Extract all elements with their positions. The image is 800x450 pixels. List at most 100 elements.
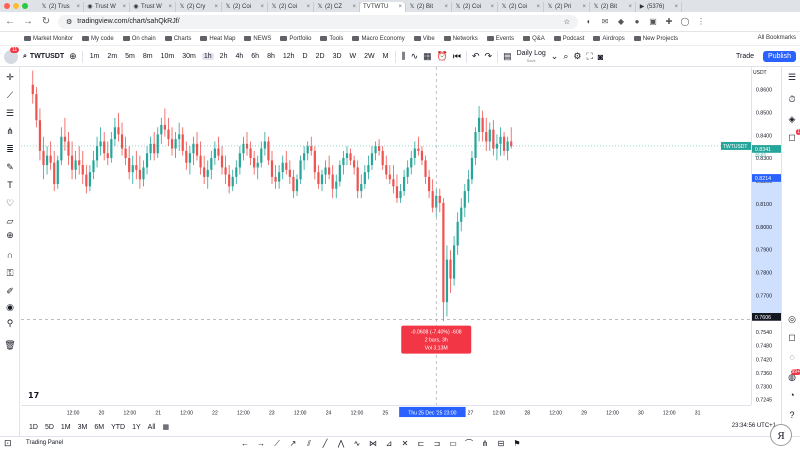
target-icon[interactable]: ◎: [786, 313, 798, 325]
browser-tab[interactable]: 𝕏 (2) CZ ×: [314, 2, 360, 12]
streams-icon[interactable]: ◔: [786, 389, 798, 401]
time-axis[interactable]: 12:00 20 12:00 21 12:00 22 12:00 23 12:00 24 12:00…: [21, 405, 751, 418]
browser-tab[interactable]: 𝕏 (2) Cry ×: [176, 2, 222, 12]
cross-tool-icon[interactable]: ✕: [400, 439, 410, 449]
window-close-icon[interactable]: [4, 3, 10, 9]
extension-icon-4[interactable]: ●: [632, 17, 642, 27]
candles-style-icon[interactable]: ⫼: [401, 51, 405, 62]
all-bookmarks[interactable]: All Bookmarks: [758, 35, 796, 41]
interval-2W[interactable]: 2W: [362, 53, 377, 60]
pitchfork-icon[interactable]: ⋔: [4, 125, 16, 137]
interval-5m[interactable]: 5m: [123, 53, 137, 60]
long-position-icon[interactable]: ⊏: [416, 439, 426, 449]
browser-tab[interactable]: ◉ Trust W ×: [130, 2, 176, 12]
magnet-icon[interactable]: ∩: [4, 249, 16, 261]
replay-icon[interactable]: ⏮: [453, 51, 461, 62]
browser-tab[interactable]: 𝕏 (2) Coi ×: [222, 2, 268, 12]
back-icon[interactable]: ←: [4, 16, 16, 27]
tab-close-icon[interactable]: ×: [444, 4, 448, 10]
wave-tool-icon[interactable]: ∿: [352, 439, 362, 449]
interval-6h[interactable]: 6h: [249, 53, 261, 60]
tab-close-icon[interactable]: ×: [260, 4, 264, 10]
bookmark-folder[interactable]: Market Monitor: [24, 36, 73, 42]
zoom-in-icon[interactable]: ⊕: [4, 229, 16, 241]
bookmark-folder[interactable]: Networks: [443, 36, 478, 42]
window-zoom-icon[interactable]: [22, 3, 28, 9]
arrow-left-tool-icon[interactable]: ←: [240, 439, 250, 449]
tab-close-icon[interactable]: ×: [122, 4, 126, 10]
tab-close-icon[interactable]: ×: [168, 4, 172, 10]
ruler-icon[interactable]: ▱: [4, 215, 16, 227]
settings-gear-icon[interactable]: ⚙: [573, 51, 581, 62]
calendar-icon[interactable]: ▦: [162, 423, 169, 431]
visibility-eye-icon[interactable]: ◉: [4, 301, 16, 313]
watchlist-icon[interactable]: ☰: [786, 71, 798, 83]
price-chart[interactable]: -0.0608 (-7.40%) -608 2 bars, 3h Vol 3.13M…: [21, 67, 751, 405]
browser-tab[interactable]: 𝕏 (2) Coi ×: [268, 2, 314, 12]
browser-tab[interactable]: 𝕏 (2) Bit ×: [590, 2, 636, 12]
ray-tool-icon[interactable]: ↗: [288, 439, 298, 449]
trade-button[interactable]: Trade: [732, 53, 758, 60]
camera-icon[interactable]: ◙: [598, 52, 603, 62]
extended-tool-icon[interactable]: ╱: [320, 439, 330, 449]
interval-2m[interactable]: 2m: [105, 53, 119, 60]
site-info-icon[interactable]: ⚙: [66, 18, 72, 26]
bookmark-star-icon[interactable]: ☆: [564, 18, 570, 26]
ideas-icon[interactable]: ◍ 99+: [786, 369, 800, 383]
url-field[interactable]: ⚙ tradingview.com/chart/sahQkRJf/ ☆: [58, 14, 578, 29]
comment-icon[interactable]: ◻: [786, 331, 798, 343]
publish-button[interactable]: Publish: [763, 51, 796, 62]
pencil-lock-icon[interactable]: ✐: [4, 285, 16, 297]
expand-panel-icon[interactable]: ⊡: [4, 438, 12, 449]
bookmark-folder[interactable]: Events: [486, 36, 514, 42]
range-1m[interactable]: 1M: [61, 424, 71, 431]
interval-2D[interactable]: 2D: [314, 53, 327, 60]
range-3m[interactable]: 3M: [78, 424, 88, 431]
trend-line-icon[interactable]: ⟋: [4, 89, 16, 101]
chevron-down-icon[interactable]: ⌄: [551, 51, 559, 62]
interval-M[interactable]: M: [381, 53, 391, 60]
forward-icon[interactable]: →: [22, 16, 34, 27]
layout-name-button[interactable]: Daily Log Save: [517, 50, 546, 64]
range-1y[interactable]: 1Y: [132, 424, 141, 431]
trend-tool-icon[interactable]: ⟋: [272, 439, 282, 449]
help-icon[interactable]: ?: [786, 409, 798, 421]
forecast-tool-icon[interactable]: ⊟: [496, 439, 506, 449]
bookmark-folder[interactable]: Heat Map: [200, 36, 235, 42]
tab-close-icon[interactable]: ×: [674, 4, 678, 10]
lock-drawings-icon[interactable]: ⚿: [4, 267, 16, 279]
layers-icon[interactable]: ◈: [786, 113, 798, 125]
bookmark-folder[interactable]: Vibe: [413, 36, 435, 42]
trading-panel-tab[interactable]: Trading Panel: [26, 440, 63, 446]
interval-1h[interactable]: 1h: [201, 53, 214, 60]
browser-tab[interactable]: ◉ Trust W ×: [84, 2, 130, 12]
interval-3D[interactable]: 3D: [331, 53, 344, 60]
compare-add-icon[interactable]: ⊕: [69, 51, 77, 62]
menu-kebab-icon[interactable]: ⋮: [696, 17, 706, 27]
bookmark-folder[interactable]: My code: [82, 36, 114, 42]
tab-close-icon[interactable]: ×: [352, 4, 356, 10]
tab-close-icon[interactable]: ×: [306, 4, 310, 10]
browser-tab[interactable]: TV TWTU ×: [360, 2, 406, 12]
zigzag-tool-icon[interactable]: ⋈: [368, 439, 378, 449]
alert-icon[interactable]: ⏰: [437, 51, 448, 62]
tab-close-icon[interactable]: ×: [490, 4, 494, 10]
bookmark-folder[interactable]: Portfolio: [280, 36, 311, 42]
horizontal-lines-icon[interactable]: ☰: [4, 107, 16, 119]
extension-icon-5[interactable]: ▣: [648, 17, 658, 27]
interval-W[interactable]: W: [348, 53, 359, 60]
fib-retracement-icon[interactable]: ≣: [4, 143, 16, 155]
interval-30m[interactable]: 30m: [180, 53, 198, 60]
bookmark-folder[interactable]: Charts: [164, 36, 191, 42]
indicators-icon[interactable]: ∿: [411, 51, 419, 62]
tab-close-icon[interactable]: ×: [536, 4, 540, 10]
currency-label[interactable]: USDT: [753, 70, 767, 76]
chat-icon[interactable]: ◻ 1: [786, 129, 800, 143]
flag-tool-icon[interactable]: ⚑: [512, 439, 522, 449]
tab-close-icon[interactable]: ×: [398, 4, 402, 10]
browser-tab[interactable]: 𝕏 (2) Bit ×: [406, 2, 452, 12]
browser-tab[interactable]: ▶ (5376) ×: [636, 2, 682, 12]
interval-12h[interactable]: 12h: [281, 53, 297, 60]
reload-icon[interactable]: ↻: [40, 16, 52, 27]
symbol-search[interactable]: ⌕ TWTUSDT: [23, 53, 64, 61]
